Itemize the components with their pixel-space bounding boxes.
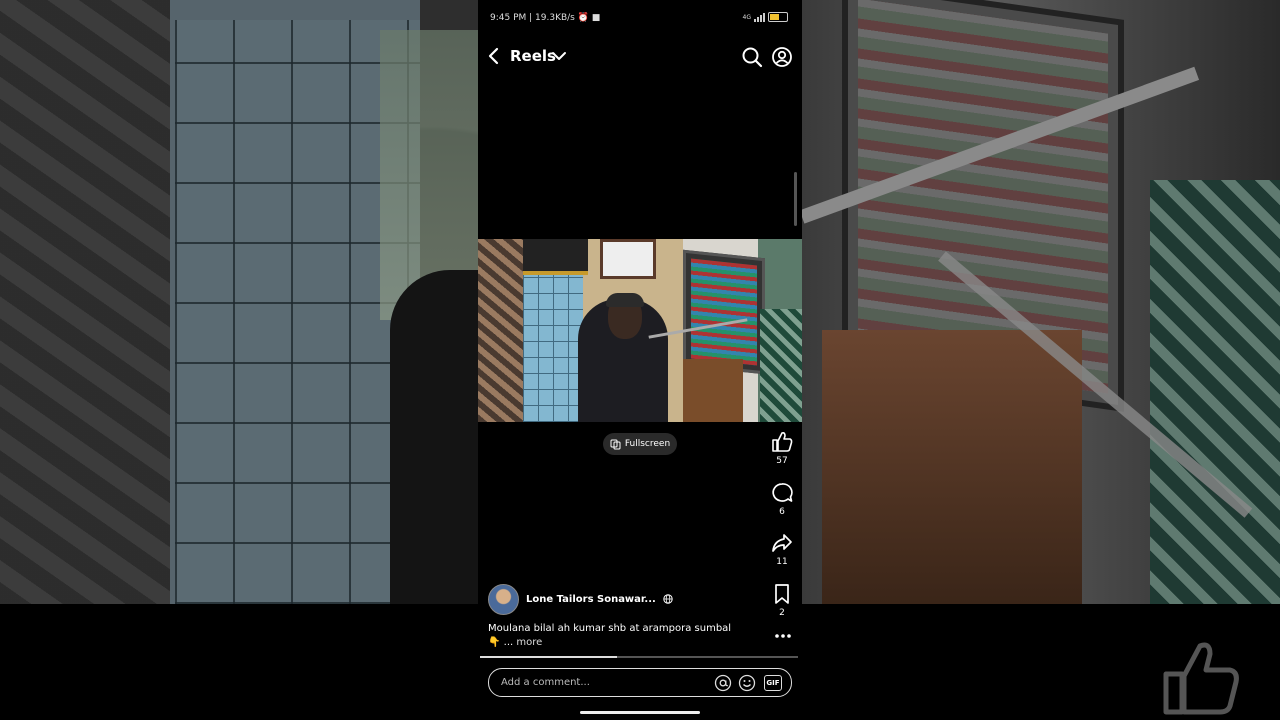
battery-icon (768, 12, 788, 22)
scrollbar[interactable] (794, 172, 797, 226)
phone-screen: 9:45 PM | 19.3KB/s ⏰ ■ 4G Reels Fullscre… (478, 0, 802, 720)
home-indicator[interactable] (580, 711, 700, 714)
status-bar: 9:45 PM | 19.3KB/s ⏰ ■ 4G (478, 8, 802, 28)
share-count: 11 (776, 557, 788, 567)
fullscreen-label: Fullscreen (624, 439, 671, 449)
faded-like-icon (1163, 642, 1239, 715)
save-count: 2 (779, 608, 785, 618)
bookmark-icon (775, 584, 789, 604)
thumbs-up-icon (772, 432, 793, 452)
comment-input[interactable] (499, 676, 708, 689)
caption[interactable]: Moulana bilal ah kumar shb at arampora s… (488, 622, 748, 650)
video-progress-bar[interactable] (480, 656, 798, 658)
author-row[interactable]: Lone Tailors Sonawar... (488, 583, 673, 615)
gif-button[interactable]: GIF (764, 674, 782, 691)
more-options-icon[interactable] (773, 630, 793, 642)
back-icon[interactable] (486, 46, 502, 66)
share-icon (772, 534, 792, 552)
comment-count: 6 (779, 507, 785, 517)
page-title[interactable]: Reels (510, 47, 556, 65)
status-time: 9:45 PM | 19.3KB/s ⏰ ■ (490, 13, 601, 23)
mention-icon[interactable] (714, 674, 732, 692)
pointing-down-emoji: 👇 (488, 637, 501, 648)
globe-icon (663, 594, 673, 604)
signal-icon (754, 12, 765, 22)
comment-box[interactable]: GIF (488, 668, 792, 697)
caption-ellipsis: ... (503, 637, 514, 648)
chevron-down-icon[interactable] (551, 50, 567, 62)
background-right-blur (799, 0, 1280, 604)
account-icon[interactable] (771, 46, 793, 68)
like-button[interactable]: 57 (764, 431, 800, 466)
video-progress-fill (480, 656, 617, 658)
search-icon[interactable] (741, 46, 763, 68)
author-name[interactable]: Lone Tailors Sonawar... (526, 594, 656, 605)
save-button[interactable]: 2 (764, 583, 800, 618)
share-button[interactable]: 11 (764, 532, 800, 567)
more-link[interactable]: more (516, 637, 542, 648)
network-type: 4G (742, 13, 751, 21)
like-count: 57 (776, 456, 788, 466)
top-bar: Reels (478, 40, 802, 72)
avatar[interactable] (488, 583, 519, 615)
emoji-icon[interactable] (738, 674, 756, 692)
background-left-blur (0, 0, 500, 610)
caption-text: Moulana bilal ah kumar shb at arampora s… (488, 623, 732, 634)
fullscreen-icon (610, 439, 621, 449)
video-player[interactable] (478, 239, 802, 422)
fullscreen-button[interactable]: Fullscreen (603, 433, 677, 455)
comment-icon (772, 483, 793, 502)
comment-button[interactable]: 6 (764, 482, 800, 517)
